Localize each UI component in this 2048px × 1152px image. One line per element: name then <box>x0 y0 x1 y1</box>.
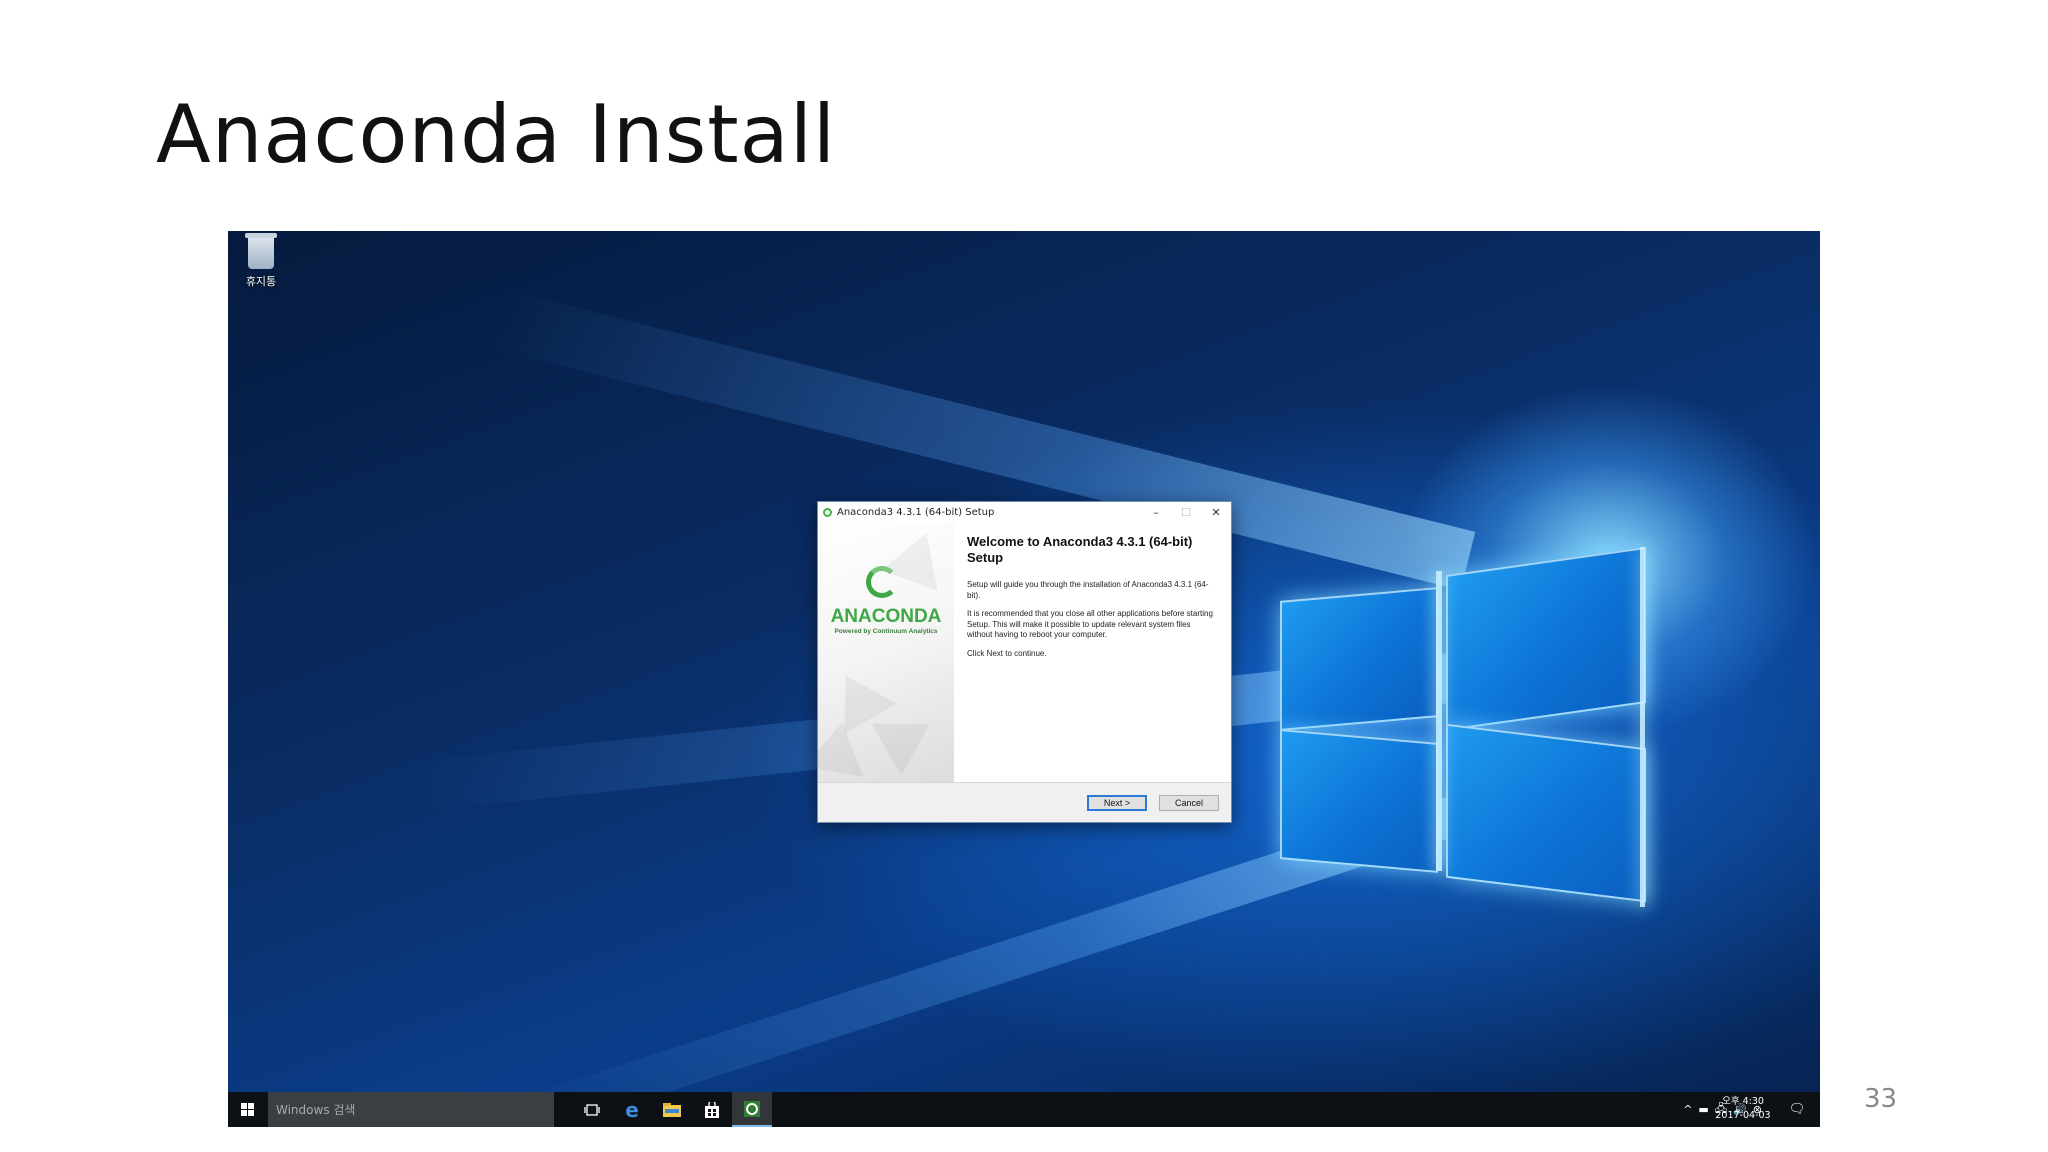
recycle-bin-label: 휴지통 <box>245 275 277 288</box>
windows-logo-pane <box>1446 723 1646 903</box>
slide-title: Anaconda Install <box>156 88 837 181</box>
taskbar-search-box[interactable]: Windows 검색 <box>268 1092 554 1127</box>
recycle-bin-icon <box>245 233 277 269</box>
dialog-content: Welcome to Anaconda3 4.3.1 (64-bit) Setu… <box>967 534 1217 667</box>
windows-logo-pane <box>1280 587 1438 731</box>
anaconda-logo-subtext: Powered by Continuum Analytics <box>834 628 938 635</box>
cancel-button[interactable]: Cancel <box>1159 795 1219 811</box>
recycle-bin[interactable]: 휴지통 <box>236 233 286 289</box>
windows-logo-frame <box>1640 547 1645 907</box>
page-number: 33 <box>1864 1084 1898 1114</box>
dialog-side-banner: ANACONDA Powered by Continuum Analytics <box>818 522 954 782</box>
dialog-paragraph: Click Next to continue. <box>967 648 1047 658</box>
dialog-paragraph: It is recommended that you close all oth… <box>967 609 1213 639</box>
banner-pattern <box>818 717 872 777</box>
windows-desktop: 휴지통 Anaconda3 4.3.1 (64-bit) Setup – ☐ ✕… <box>228 231 1820 1127</box>
windows-logo-icon <box>240 1103 254 1116</box>
anaconda-installer-icon[interactable] <box>732 1092 772 1127</box>
taskbar: Windows 검색 e ^ ▬ 🖧 🔊 ⊗ 오후 4:30 2017-04-0… <box>228 1092 1820 1127</box>
dialog-titlebar[interactable]: Anaconda3 4.3.1 (64-bit) Setup – ☐ ✕ <box>818 502 1231 522</box>
anaconda-logo-icon <box>866 566 898 598</box>
dialog-heading: Welcome to Anaconda3 4.3.1 (64-bit) Setu… <box>967 534 1193 565</box>
windows-logo-frame <box>1436 571 1442 871</box>
windows-logo-pane <box>1280 729 1438 873</box>
dialog-title: Anaconda3 4.3.1 (64-bit) Setup <box>837 506 995 518</box>
task-view-icon[interactable] <box>572 1092 612 1127</box>
battery-icon[interactable]: ▬ <box>1698 1103 1708 1116</box>
windows-logo-pane <box>1446 546 1646 732</box>
anaconda-logo-text: ANACONDA <box>830 606 942 627</box>
next-button[interactable]: Next > <box>1087 795 1147 811</box>
show-hidden-icons-button[interactable]: ^ <box>1683 1103 1692 1116</box>
dialog-body: ANACONDA Powered by Continuum Analytics … <box>818 522 1231 782</box>
store-icon[interactable] <box>692 1092 732 1127</box>
anaconda-app-icon <box>823 507 832 517</box>
edge-icon[interactable]: e <box>612 1092 652 1127</box>
clock-date: 2017-04-03 <box>1715 1110 1771 1121</box>
close-button[interactable]: ✕ <box>1201 502 1231 522</box>
action-center-icon[interactable]: 🗨 <box>1782 1092 1812 1127</box>
dialog-footer: Next > Cancel <box>818 782 1231 823</box>
clock-time: 오후 4:30 <box>1722 1096 1764 1107</box>
start-button[interactable] <box>228 1092 266 1127</box>
maximize-button: ☐ <box>1181 505 1191 519</box>
taskbar-clock[interactable]: 오후 4:30 2017-04-03 <box>1712 1095 1774 1123</box>
minimize-button[interactable]: – <box>1141 502 1171 522</box>
file-explorer-icon[interactable] <box>652 1092 692 1127</box>
setup-dialog: Anaconda3 4.3.1 (64-bit) Setup – ☐ ✕ ANA… <box>817 501 1232 823</box>
dialog-paragraph: Setup will guide you through the install… <box>967 580 1209 600</box>
